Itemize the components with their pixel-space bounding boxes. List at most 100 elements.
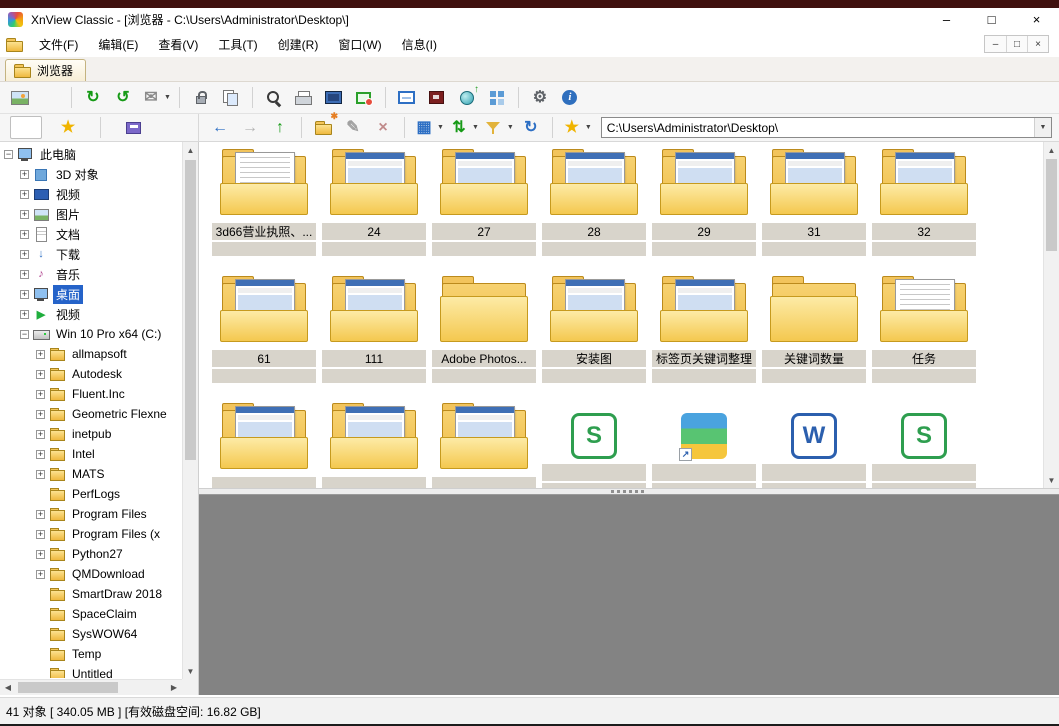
folder-item[interactable]: 61	[209, 275, 319, 402]
tree-item[interactable]: SmartDraw 2018	[0, 584, 181, 604]
maximize-button[interactable]: □	[969, 8, 1014, 31]
lock-button[interactable]	[186, 84, 216, 111]
tree-item[interactable]: +Geometric Flexne	[0, 404, 181, 424]
folder-item[interactable]: 关键词数量	[759, 275, 869, 402]
capture-button[interactable]	[349, 84, 379, 111]
delete-button[interactable]: ×	[368, 114, 398, 141]
refresh-button[interactable]: ↻	[78, 84, 108, 111]
expand-icon[interactable]: +	[36, 510, 45, 519]
tab-browser[interactable]: 浏览器	[5, 59, 86, 81]
scroll-thumb[interactable]	[1046, 159, 1057, 251]
scroll-thumb[interactable]	[18, 682, 118, 693]
tree-item[interactable]: +Python27	[0, 544, 181, 564]
tree-item[interactable]: SysWOW64	[0, 624, 181, 644]
tree-item[interactable]: +inetpub	[0, 424, 181, 444]
minimize-button[interactable]: –	[924, 8, 969, 31]
info-button[interactable]	[555, 84, 585, 111]
viewer-button[interactable]	[35, 84, 65, 111]
disk-button[interactable]	[117, 116, 149, 139]
menu-item[interactable]: 工具(T)	[208, 32, 267, 57]
new-folder-button[interactable]: ✱	[308, 114, 338, 141]
menu-item[interactable]: 信息(I)	[392, 32, 447, 57]
expand-icon[interactable]: +	[20, 250, 29, 259]
folder-item[interactable]: 32	[869, 148, 979, 275]
menu-item[interactable]: 窗口(W)	[328, 32, 391, 57]
expand-icon[interactable]: +	[36, 450, 45, 459]
address-input[interactable]	[602, 118, 1034, 137]
slideshow-button[interactable]	[319, 84, 349, 111]
settings-button[interactable]: ⚙	[525, 84, 555, 111]
expand-icon[interactable]: +	[20, 210, 29, 219]
tree-item[interactable]: SpaceClaim	[0, 604, 181, 624]
expand-icon[interactable]: +	[36, 550, 45, 559]
menu-item[interactable]: 创建(R)	[268, 32, 329, 57]
edit-button[interactable]: ✎	[338, 114, 368, 141]
collapse-icon[interactable]: −	[4, 150, 13, 159]
expand-icon[interactable]: +	[36, 370, 45, 379]
expand-icon[interactable]: +	[20, 230, 29, 239]
address-dropdown-button[interactable]: ▼	[1034, 118, 1051, 137]
folder-item[interactable]	[209, 402, 319, 488]
file-item[interactable]: W	[759, 402, 869, 488]
tree-item[interactable]: +桌面	[0, 284, 181, 304]
upload-button[interactable]	[452, 84, 482, 111]
preview-splitter[interactable]	[199, 488, 1059, 495]
acquire-button[interactable]: ↺	[108, 84, 138, 111]
scan-button[interactable]	[392, 84, 422, 111]
folder-item[interactable]: Adobe Photos...	[429, 275, 539, 402]
expand-icon[interactable]: +	[20, 290, 29, 299]
search-button[interactable]	[259, 84, 289, 111]
expand-icon[interactable]: +	[36, 350, 45, 359]
folder-item[interactable]: 标签页关键词整理	[649, 275, 759, 402]
expand-icon[interactable]: +	[20, 270, 29, 279]
mdi-close-button[interactable]: ×	[1027, 36, 1048, 52]
tree-item[interactable]: +allmapsoft	[0, 344, 181, 364]
tree-item[interactable]: Untitled	[0, 664, 181, 678]
expand-icon[interactable]: +	[36, 470, 45, 479]
scroll-right-button[interactable]: ▶	[166, 680, 182, 695]
expand-icon[interactable]: +	[20, 310, 29, 319]
back-button[interactable]: ←	[205, 114, 235, 141]
tree-item[interactable]: +♪音乐	[0, 264, 181, 284]
tree-item[interactable]: +▶视频	[0, 304, 181, 324]
scroll-left-button[interactable]: ◀	[0, 680, 16, 695]
tree-item[interactable]: −Win 10 Pro x64 (C:)	[0, 324, 181, 344]
menu-item[interactable]: 查看(V)	[148, 32, 208, 57]
file-item[interactable]: ↗	[649, 402, 759, 488]
folder-item[interactable]	[429, 402, 539, 488]
tree-item[interactable]: +Program Files (x	[0, 524, 181, 544]
browser-button[interactable]	[5, 84, 35, 111]
folder-item[interactable]: 安装图	[539, 275, 649, 402]
tree-item[interactable]: Temp	[0, 644, 181, 664]
scroll-thumb[interactable]	[185, 160, 196, 460]
tree-item[interactable]: +Autodesk	[0, 364, 181, 384]
folder-item[interactable]: 29	[649, 148, 759, 275]
favorites-tab-button[interactable]: ★	[52, 116, 84, 139]
tree-item[interactable]: +图片	[0, 204, 181, 224]
tree-item[interactable]: +Program Files	[0, 504, 181, 524]
menu-item[interactable]: 编辑(E)	[88, 32, 148, 57]
folder-item[interactable]	[319, 402, 429, 488]
expand-icon[interactable]: +	[36, 390, 45, 399]
tree-item[interactable]: +Intel	[0, 444, 181, 464]
print-button[interactable]	[289, 84, 319, 111]
expand-icon[interactable]: +	[20, 170, 29, 179]
expand-icon[interactable]: +	[36, 410, 45, 419]
scroll-up-button[interactable]: ▲	[183, 142, 198, 158]
close-button[interactable]: ×	[1014, 8, 1059, 31]
forward-button[interactable]: →	[235, 114, 265, 141]
folder-item[interactable]: 24	[319, 148, 429, 275]
mail-export-button[interactable]: ✉▼	[138, 84, 173, 111]
tree-item[interactable]: PerfLogs	[0, 484, 181, 504]
folder-item[interactable]: 27	[429, 148, 539, 275]
folder-item[interactable]: 28	[539, 148, 649, 275]
tree-item[interactable]: +QMDownload	[0, 564, 181, 584]
scroll-down-button[interactable]: ▼	[183, 663, 198, 679]
tree-item[interactable]: +视频	[0, 184, 181, 204]
expand-icon[interactable]: +	[20, 190, 29, 199]
folder-item[interactable]: 3d66营业执照、...	[209, 148, 319, 275]
tree-item[interactable]: −此电脑	[0, 144, 181, 164]
scroll-down-button[interactable]: ▼	[1044, 472, 1059, 488]
expand-icon[interactable]: +	[36, 570, 45, 579]
copy-button[interactable]	[216, 84, 246, 111]
